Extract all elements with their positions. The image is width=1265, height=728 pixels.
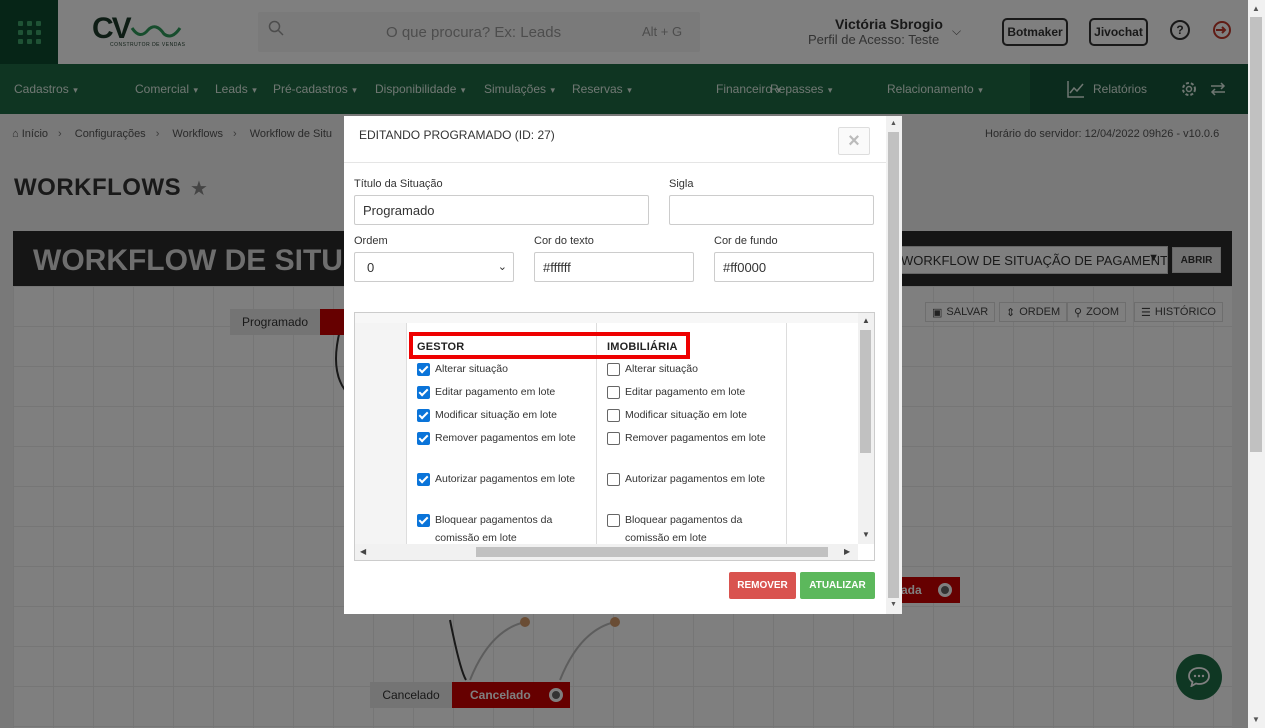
scroll-down-icon[interactable]: ▼	[862, 530, 870, 539]
permissions-vertical-scrollbar[interactable]: ▲ ▼	[858, 313, 874, 544]
permission-checkbox-row[interactable]: Bloquear pagamentos da comissão em lote	[417, 513, 577, 547]
bg-color-label: Cor de fundo	[714, 235, 778, 247]
page-scroll-thumb[interactable]	[1250, 17, 1262, 452]
acronym-label: Sigla	[669, 178, 694, 190]
permission-checkbox-row[interactable]: Autorizar pagamentos em lote	[607, 472, 767, 488]
scroll-down-icon[interactable]: ▼	[890, 601, 897, 608]
checkbox-checked[interactable]	[417, 386, 430, 399]
modal-scrollbar[interactable]: ▲ ▼	[886, 116, 902, 614]
scroll-up-icon[interactable]: ▲	[1252, 4, 1260, 13]
permission-checkbox-row[interactable]: Editar pagamento em lote	[417, 385, 577, 401]
checkbox-checked[interactable]	[417, 473, 430, 486]
checkbox-checked[interactable]	[417, 363, 430, 376]
checkbox-unchecked[interactable]	[607, 386, 620, 399]
scroll-left-icon[interactable]: ◀	[360, 547, 366, 556]
highlight-annotation	[409, 332, 690, 359]
permission-checkbox-row[interactable]: Editar pagamento em lote	[607, 385, 767, 401]
checkbox-checked[interactable]	[417, 432, 430, 445]
text-color-input[interactable]	[534, 252, 694, 282]
remove-button[interactable]: REMOVER	[729, 572, 796, 599]
checkbox-unchecked[interactable]	[607, 363, 620, 376]
permission-checkbox-row[interactable]: Remover pagamentos em lote	[607, 431, 767, 447]
close-icon[interactable]: ×	[838, 127, 870, 155]
permissions-horizontal-scrollbar[interactable]: ◀ ▶	[355, 544, 858, 560]
scroll-thumb[interactable]	[888, 132, 899, 598]
permission-checkbox-row[interactable]: Bloquear pagamentos da comissão em lote	[607, 513, 767, 547]
title-input[interactable]	[354, 195, 649, 225]
page-scrollbar[interactable]: ▲ ▼	[1248, 0, 1265, 728]
acronym-input[interactable]	[669, 195, 874, 225]
scroll-up-icon[interactable]: ▲	[862, 316, 870, 325]
permission-checkbox-row[interactable]: Alterar situação	[417, 362, 577, 378]
title-label: Título da Situação	[354, 178, 443, 190]
scroll-thumb[interactable]	[860, 330, 871, 453]
checkbox-unchecked[interactable]	[607, 432, 620, 445]
checkbox-checked[interactable]	[417, 409, 430, 422]
checkbox-unchecked[interactable]	[607, 409, 620, 422]
permission-checkbox-row[interactable]: Remover pagamentos em lote	[417, 431, 577, 447]
scroll-right-icon[interactable]: ▶	[844, 547, 850, 556]
permission-checkbox-row[interactable]: Autorizar pagamentos em lote	[417, 472, 577, 488]
update-button[interactable]: ATUALIZAR	[800, 572, 875, 599]
modal-title: EDITANDO PROGRAMADO (ID: 27)	[359, 128, 555, 142]
bg-color-input[interactable]	[714, 252, 874, 282]
checkbox-unchecked[interactable]	[607, 514, 620, 527]
permission-checkbox-row[interactable]: Alterar situação	[607, 362, 767, 378]
order-select[interactable]: 0 ⌄	[354, 252, 514, 282]
order-select-value: 0	[367, 260, 375, 275]
edit-status-modal: EDITANDO PROGRAMADO (ID: 27) × Título da…	[344, 116, 902, 614]
scroll-down-icon[interactable]: ▼	[1252, 715, 1260, 724]
checkbox-checked[interactable]	[417, 514, 430, 527]
permission-checkbox-row[interactable]: Modificar situação em lote	[417, 408, 577, 424]
checkbox-unchecked[interactable]	[607, 473, 620, 486]
order-label: Ordem	[354, 235, 388, 247]
divider	[344, 162, 886, 163]
scroll-up-icon[interactable]: ▲	[890, 120, 897, 127]
chevron-down-icon: ⌄	[497, 261, 507, 273]
text-color-label: Cor do texto	[534, 235, 594, 247]
permissions-row-header	[355, 323, 407, 544]
permission-checkbox-row[interactable]: Modificar situação em lote	[607, 408, 767, 424]
scroll-thumb[interactable]	[476, 547, 828, 557]
